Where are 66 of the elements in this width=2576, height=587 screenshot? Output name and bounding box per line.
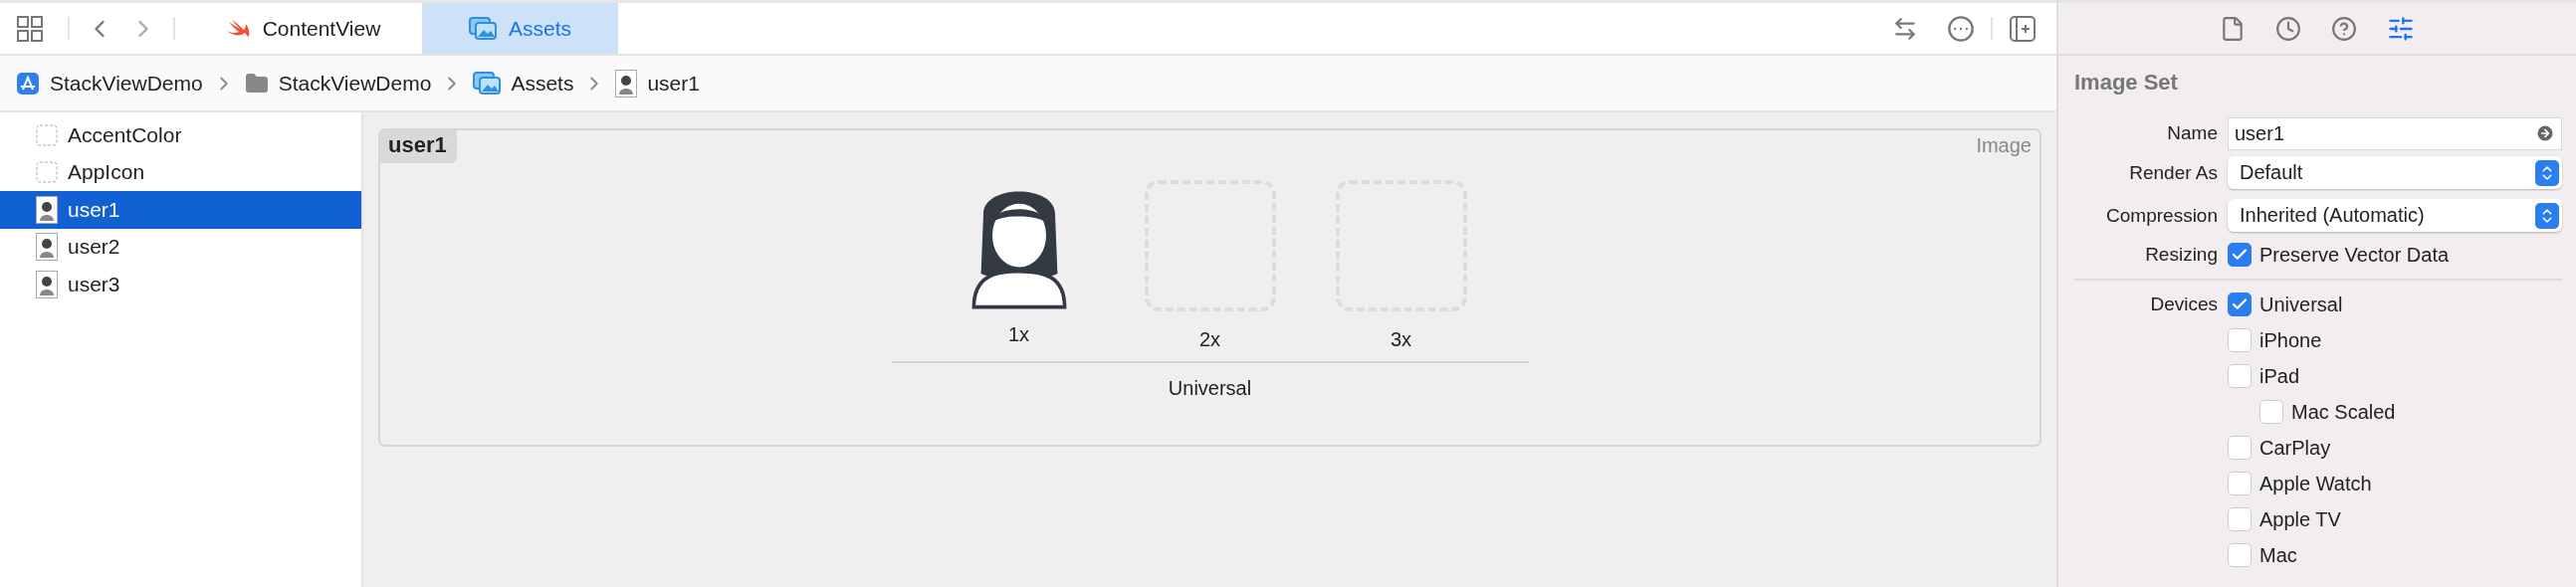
help-icon	[2331, 15, 2357, 42]
scale-label: 2x	[1198, 328, 1221, 351]
field-label: Render As	[2128, 161, 2218, 184]
checkbox[interactable]	[2259, 400, 2283, 424]
inspector-title: Image Set	[2073, 69, 2179, 97]
swap-arrows-icon[interactable]	[1892, 15, 1918, 42]
checkbox-label: Universal	[2259, 293, 2343, 316]
asset-list-item[interactable]: user1	[0, 191, 361, 229]
checkbox[interactable]	[2228, 543, 2252, 567]
checkbox[interactable]	[2228, 243, 2252, 267]
asset-list-item[interactable]: user3	[0, 266, 361, 303]
stepper-icon	[2535, 202, 2559, 229]
checkbox[interactable]	[2228, 472, 2252, 495]
clock-icon	[2275, 15, 2301, 42]
portrait-thumbnail-icon	[36, 233, 58, 262]
portrait-thumbnail-icon	[36, 270, 58, 298]
checkbox[interactable]	[2228, 436, 2252, 460]
name-field[interactable]: user1	[2228, 116, 2562, 150]
inspector-tab[interactable]	[2331, 15, 2357, 42]
popup-menu[interactable]: Inherited (Automatic)	[2228, 199, 2562, 232]
folder-icon	[244, 71, 269, 96]
asset-list-item[interactable]: AppIcon	[0, 153, 361, 191]
checkbox[interactable]	[2228, 507, 2252, 531]
popup-menu[interactable]: Default	[2228, 156, 2562, 189]
checkbox-label: iPad	[2259, 364, 2300, 388]
breadcrumb-item[interactable]: user1	[647, 71, 700, 96]
app-icon	[16, 71, 40, 96]
empty-slot-icon	[36, 161, 58, 184]
photos-icon	[473, 71, 502, 96]
checkbox-label: CarPlay	[2259, 436, 2331, 460]
device-group-label: Universal	[1168, 377, 1252, 400]
checkbox-label: Mac Scaled	[2291, 400, 2396, 424]
portrait-thumbnail-icon	[36, 195, 58, 224]
asset-list-item[interactable]: AccentColor	[0, 116, 361, 154]
add-panel-icon[interactable]	[2009, 14, 2037, 43]
scale-label: 1x	[1007, 323, 1030, 346]
checkbox-label: iPhone	[2259, 328, 2322, 352]
checkbox-label: Apple TV	[2259, 507, 2341, 531]
breadcrumb-item[interactable]: StackViewDemo	[50, 71, 203, 96]
empty-slot-icon	[36, 123, 58, 146]
asset-list-item[interactable]: user2	[0, 228, 361, 266]
field-label: Devices	[2149, 294, 2218, 315]
inspector-tab[interactable]	[2387, 14, 2415, 43]
portrait-thumbnail-icon	[615, 69, 638, 98]
file-icon	[2220, 15, 2246, 42]
editor-tab[interactable]: ContentView	[183, 3, 422, 54]
field-label: Name	[2166, 122, 2218, 144]
checkbox-label: Preserve Vector Data	[2259, 243, 2450, 267]
photos-icon	[469, 16, 497, 41]
checkbox[interactable]	[2228, 364, 2252, 388]
checkbox-label: Mac	[2259, 543, 2297, 567]
image-set-title: user1	[380, 130, 457, 163]
sliders-icon	[2387, 14, 2415, 43]
breadcrumb-item[interactable]: Assets	[511, 71, 574, 96]
scale-label: 3x	[1390, 328, 1412, 351]
checkbox[interactable]	[2228, 328, 2252, 352]
inspector-tab[interactable]	[2220, 15, 2246, 42]
checkbox-label: Apple Watch	[2259, 472, 2372, 495]
field-label: Resizing	[2144, 244, 2218, 266]
asset-type-label: Image	[1976, 134, 2032, 157]
breadcrumb-item[interactable]: StackViewDemo	[278, 71, 432, 96]
field-label: Compression	[2105, 204, 2218, 227]
more-icon[interactable]	[1947, 14, 1975, 43]
stepper-icon	[2535, 159, 2559, 186]
inspector-tab[interactable]	[2275, 15, 2301, 42]
checkbox[interactable]	[2228, 293, 2252, 316]
